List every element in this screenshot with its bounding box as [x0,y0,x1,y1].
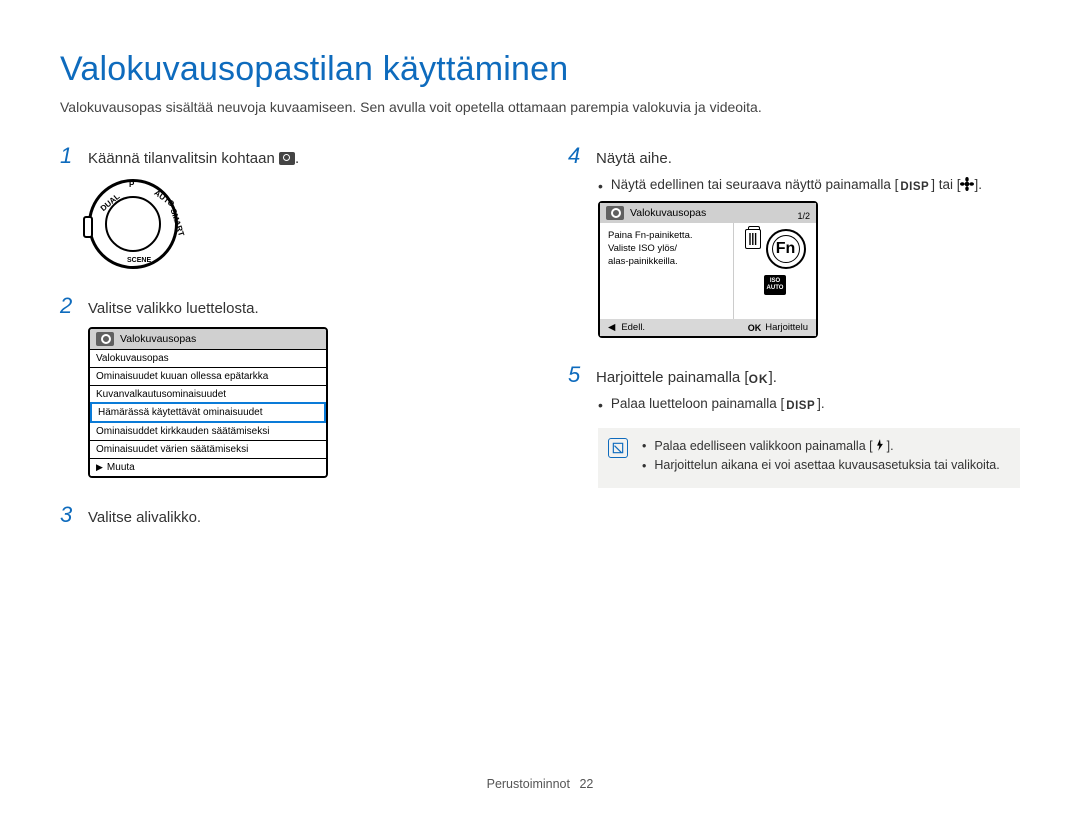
dial-selector-indicator [83,216,93,238]
menu-row: Ominaisuudet värien säätämiseksi [90,440,326,458]
note-info-icon [608,438,628,458]
footer-page-number: 22 [579,777,593,791]
ok-label: OK [749,372,769,386]
step-4-number: 4 [568,143,586,169]
step-2-number: 2 [60,293,78,319]
step-2-text: Valitse valikko luettelosta. [88,300,259,317]
page-title: Valokuvausopastilan käyttäminen [60,50,1020,89]
step-5-text: Harjoittele painamalla [OK]. [596,369,777,386]
camera-screen: Valokuvausopas 1/2 Paina Fn-painiketta. … [598,201,818,338]
disp-label: DISP [784,399,817,413]
screen-page-indicator: 1/2 [797,211,810,221]
step-1-text: Käännä tilanvalitsin kohtaan . [88,150,299,167]
menu-header-label: Valokuvausopas [120,333,196,345]
dial-label: DUAL [99,192,122,213]
flash-icon [873,438,887,452]
mode-dial: P AUTO SMART SCENE DUAL [88,179,178,269]
photo-guide-icon [606,206,624,220]
step-1-number: 1 [60,143,78,169]
screen-footer: ◀ Edell. OK Harjoittelu [600,319,816,336]
step-5-number: 5 [568,362,586,388]
step-3-text: Valitse alivalikko. [88,509,201,526]
step-4-bullet: • Näytä edellinen tai seuraava näyttö pa… [598,177,1020,195]
menu-row: Kuvanvalkautusominaisuudet [90,385,326,403]
dial-label: SMART [169,208,186,238]
step-3: 3 Valitse alivalikko. [60,502,512,528]
dial-label: SCENE [127,257,151,264]
step-4: 4 Näytä aihe. • Näytä edellinen tai seur… [568,143,1020,338]
ok-label: OK [748,323,762,333]
dial-label: AUTO [153,188,177,209]
dial-label: P [129,180,134,189]
step-5-bullet: • Palaa luetteloon painamalla [DISP]. [598,396,1020,414]
triangle-right-icon: ▶ [96,462,103,472]
right-column: 4 Näytä aihe. • Näytä edellinen tai seur… [568,143,1020,552]
menu-footer: ▶Muuta [90,458,326,476]
step-2: 2 Valitse valikko luettelosta. Valokuvau… [60,293,512,478]
footer-section-label: Perustoiminnot [487,777,570,791]
step-4-text: Näytä aihe. [596,150,672,167]
iso-auto-icon: ISO AUTO [764,275,786,295]
note-2-text: Harjoittelun aikana ei voi asettaa kuvau… [654,458,999,474]
menu-header: Valokuvausopas [90,329,326,349]
menu-row: Ominaisuudet kuuan ollessa epätarkka [90,367,326,385]
photo-guide-mode-icon [279,152,295,165]
step-3-number: 3 [60,502,78,528]
menu-row-selected: Hämärässä käytettävät ominaisuudet [90,402,326,423]
intro-text: Valokuvausopas sisältää neuvoja kuvaamis… [60,99,1020,115]
step-5: 5 Harjoittele painamalla [OK]. • Palaa l… [568,362,1020,488]
screen-header-label: Valokuvausopas [630,207,706,219]
screen-footer-practice: Harjoittelu [765,322,808,333]
screen-instructions: Paina Fn-painiketta. Valiste ISO ylös/ a… [600,223,734,319]
photo-guide-icon [96,332,114,346]
menu-screenshot: Valokuvausopas Valokuvausopas Ominaisuud… [88,327,328,478]
menu-row: Ominaisuddet kirkkauden säätämiseksi [90,422,326,440]
disp-label: DISP [898,180,931,194]
trash-icon [745,229,761,249]
screen-footer-prev: Edell. [621,322,645,333]
screen-header: Valokuvausopas 1/2 [600,203,816,223]
menu-row: Valokuvausopas [90,349,326,367]
step-1: 1 Käännä tilanvalitsin kohtaan . P AUTO … [60,143,512,269]
macro-flower-icon [960,177,974,191]
triangle-left-icon: ◀ [608,322,615,333]
note-block: • Palaa edelliseen valikkoon painamalla … [598,428,1020,488]
left-column: 1 Käännä tilanvalitsin kohtaan . P AUTO … [60,143,512,552]
page-footer: Perustoiminnot 22 [0,777,1080,791]
fn-button-icon: Fn [766,229,806,269]
